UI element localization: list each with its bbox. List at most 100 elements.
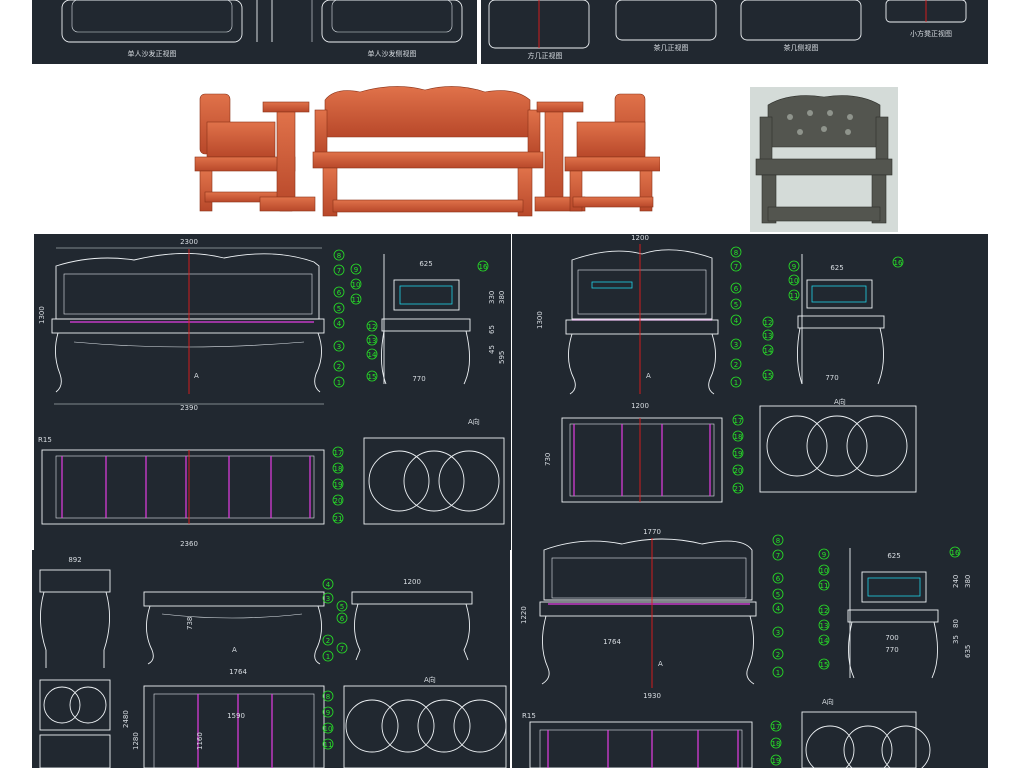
callouts-front: 1 2 3 4 5 6 7 8: [333, 249, 345, 388]
svg-text:1: 1: [326, 653, 330, 661]
svg-text:1930: 1930: [643, 692, 661, 700]
callouts-chair-side: 9 10 11 12 13 14 15 16: [762, 256, 904, 381]
svg-text:2480: 2480: [122, 710, 130, 728]
callouts-plan: 17 18 19 20 21: [332, 446, 344, 524]
svg-text:10: 10: [324, 725, 333, 733]
svg-text:19: 19: [734, 450, 743, 458]
callouts-medium-plan: 17 18 19: [770, 720, 782, 766]
svg-text:5: 5: [734, 301, 738, 309]
svg-text:15: 15: [368, 373, 377, 381]
top-label-3: 方几正视图: [528, 51, 563, 60]
svg-text:1220: 1220: [520, 606, 528, 624]
top-label-4: 茶几正视图: [654, 43, 689, 52]
svg-text:16: 16: [951, 549, 960, 557]
dim-bottom-width: 2390: [180, 404, 198, 412]
svg-text:A: A: [232, 646, 237, 654]
top-label-1: 单人沙发正视图: [128, 49, 177, 58]
top-cad-strip: 单人沙发正视图 单人沙发侧视图: [32, 0, 477, 64]
dim-overall-width: 2300: [180, 238, 198, 246]
svg-text:9: 9: [822, 551, 826, 559]
svg-text:A向: A向: [822, 697, 834, 706]
svg-text:20: 20: [334, 497, 343, 505]
svg-text:892: 892: [68, 556, 81, 564]
svg-text:19: 19: [772, 757, 781, 765]
section-a-label: A向: [468, 417, 480, 426]
cad-drawing-chair: 1200 1200 1300 A 1 2 3 4 5 6 7 8 625 770…: [512, 234, 988, 546]
svg-text:7: 7: [776, 552, 780, 560]
svg-text:9: 9: [326, 709, 330, 717]
svg-text:2: 2: [776, 651, 780, 659]
svg-text:6: 6: [734, 285, 739, 293]
cad-drawing-table: 892 2480 1764 738 A 4 3 2 1 1200 5 6 7 1…: [32, 550, 510, 768]
svg-text:5: 5: [337, 305, 341, 313]
svg-text:18: 18: [334, 465, 343, 473]
svg-text:6: 6: [340, 615, 345, 623]
svg-text:1160: 1160: [196, 732, 204, 750]
svg-text:1590: 1590: [227, 712, 245, 720]
throne-photo: [750, 87, 898, 232]
callouts-chair-plan: 17 18 19 20 21: [732, 414, 744, 494]
svg-text:1280: 1280: [132, 732, 140, 750]
svg-text:80: 80: [952, 619, 960, 628]
svg-text:1: 1: [734, 379, 738, 387]
svg-text:1764: 1764: [603, 638, 621, 646]
svg-text:700: 700: [885, 634, 898, 642]
svg-text:7: 7: [340, 645, 344, 653]
top-label-2: 单人沙发侧视图: [368, 49, 417, 58]
radius-label: R15: [38, 436, 52, 444]
svg-text:A: A: [658, 660, 663, 668]
svg-text:1200: 1200: [403, 578, 421, 586]
svg-text:16: 16: [894, 259, 903, 267]
callouts-chair-front: 1 2 3 4 5 6 7 8: [730, 246, 742, 388]
svg-text:2: 2: [337, 363, 341, 371]
svg-text:240: 240: [952, 575, 960, 588]
svg-text:14: 14: [820, 637, 829, 645]
cad-drawing-large-sofa: 2300 1300 2390 A 1 2 3 4 5 6 7 8 625 770…: [34, 234, 511, 550]
svg-text:8: 8: [776, 537, 780, 545]
svg-text:5: 5: [776, 591, 780, 599]
svg-text:18: 18: [734, 433, 743, 441]
dim-side-width: 625: [419, 260, 432, 268]
furniture-set-photo: [185, 82, 661, 230]
svg-text:11: 11: [820, 582, 829, 590]
svg-text:1764: 1764: [229, 668, 247, 676]
svg-text:2: 2: [734, 361, 738, 369]
svg-text:R15: R15: [522, 712, 536, 720]
svg-text:10: 10: [352, 281, 361, 289]
svg-text:65: 65: [488, 325, 496, 334]
cad-drawing-medium-sofa: 1770 1764 1930 1220 A 1 2 3 4 5 6 7 8 62…: [512, 528, 988, 768]
svg-text:35: 35: [952, 635, 960, 644]
top-cad-strip-right: 方几正视图 茶几正视图 茶几侧视图 小方凳正视图: [481, 0, 988, 64]
svg-text:6: 6: [337, 289, 342, 297]
svg-text:45: 45: [488, 345, 496, 354]
dim-chair-front-width: 1200: [631, 234, 649, 242]
svg-text:4: 4: [734, 317, 739, 325]
callouts-medium-front: 1 2 3 4 5 6 7 8: [772, 534, 784, 678]
svg-text:A向: A向: [424, 675, 436, 684]
svg-text:13: 13: [764, 332, 773, 340]
svg-text:1: 1: [776, 669, 780, 677]
svg-text:3: 3: [326, 595, 330, 603]
top-label-6: 小方凳正视图: [910, 29, 952, 38]
svg-text:770: 770: [885, 646, 898, 654]
svg-text:4: 4: [776, 605, 781, 613]
dim-front-height: 1300: [38, 306, 46, 324]
svg-text:12: 12: [764, 319, 773, 327]
svg-text:380: 380: [964, 575, 972, 588]
arrow-a: A: [194, 372, 199, 380]
svg-text:A: A: [646, 372, 651, 380]
svg-text:9: 9: [792, 263, 796, 271]
svg-text:595: 595: [498, 351, 506, 364]
svg-text:730: 730: [544, 453, 552, 466]
svg-text:3: 3: [734, 341, 738, 349]
svg-text:13: 13: [820, 622, 829, 630]
svg-text:7: 7: [337, 267, 341, 275]
svg-text:9: 9: [354, 266, 358, 274]
dim-side-depth: 770: [412, 375, 425, 383]
svg-text:12: 12: [368, 323, 377, 331]
svg-text:14: 14: [368, 351, 377, 359]
svg-text:20: 20: [734, 467, 743, 475]
svg-text:21: 21: [734, 485, 743, 493]
svg-text:17: 17: [734, 417, 743, 425]
svg-text:3: 3: [337, 343, 341, 351]
